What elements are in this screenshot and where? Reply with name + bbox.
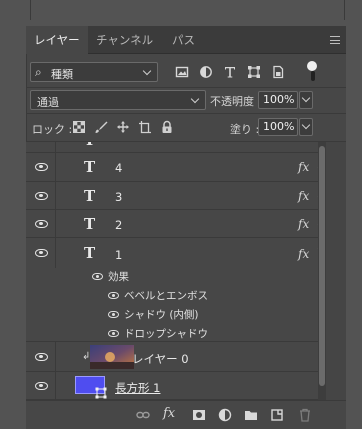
- layer-row[interactable]: T 3 fx ⌄: [26, 182, 324, 210]
- visibility-eye-icon[interactable]: [35, 382, 48, 390]
- blend-row: 通過 不透明度 : 100%: [26, 88, 346, 112]
- fx-icon[interactable]: fx: [298, 247, 309, 261]
- visibility-eye-icon[interactable]: [35, 353, 48, 361]
- search-icon: ⌕: [35, 65, 42, 79]
- layer-name: 2: [115, 218, 123, 232]
- opacity-input[interactable]: 100%: [258, 91, 298, 109]
- tab-channels[interactable]: チャンネル: [88, 26, 161, 54]
- adjustment-layer-filter-icon[interactable]: [199, 65, 213, 79]
- layer-name: 長方形 1: [115, 381, 161, 395]
- tab-paths[interactable]: パス: [164, 26, 203, 54]
- fx-icon[interactable]: fx: [298, 189, 309, 203]
- new-adjustment-layer-icon[interactable]: [218, 408, 232, 422]
- layer-thumbnail-image: [90, 345, 134, 369]
- lock-artboard-icon[interactable]: [138, 120, 152, 134]
- lock-transparent-pixels-icon[interactable]: [72, 120, 86, 134]
- add-mask-icon[interactable]: [192, 408, 206, 422]
- panel-menu-icon[interactable]: [330, 36, 340, 44]
- pixel-layer-filter-icon[interactable]: [175, 65, 189, 79]
- effects-header: 効果: [108, 271, 129, 283]
- filter-kind-label: 種類: [51, 68, 73, 81]
- chevron-down-icon: [301, 93, 311, 103]
- type-layer-icon: T: [84, 215, 96, 233]
- type-layer-filter-icon[interactable]: [223, 65, 237, 79]
- layer-row[interactable]: ↲ レイヤー 0: [26, 342, 324, 372]
- new-layer-icon[interactable]: [270, 408, 284, 422]
- visibility-eye-icon[interactable]: [35, 192, 48, 200]
- opacity-dropdown-button[interactable]: [299, 91, 313, 109]
- effect-item[interactable]: ドロップシャドウ: [124, 326, 208, 341]
- layer-row[interactable]: T 4 fx ⌄: [26, 153, 324, 182]
- blend-mode-select[interactable]: 通過: [30, 90, 206, 110]
- type-layer-icon: T: [84, 158, 96, 176]
- smart-object-filter-icon[interactable]: [271, 65, 285, 79]
- delete-layer-icon[interactable]: [298, 408, 312, 422]
- chevron-down-icon: [190, 94, 200, 104]
- effect-item[interactable]: シャドウ (内側): [124, 307, 199, 322]
- lock-label: ロック :: [32, 123, 73, 136]
- effect-visibility-eye-icon[interactable]: [108, 292, 119, 299]
- lock-all-icon[interactable]: [160, 120, 174, 134]
- add-layer-style-icon[interactable]: fx: [163, 406, 175, 421]
- chevron-down-icon: [301, 120, 311, 130]
- blend-mode-value: 通過: [37, 96, 59, 109]
- layer-name: 3: [115, 190, 123, 204]
- shape-layer-filter-icon[interactable]: [247, 65, 261, 79]
- effect-visibility-eye-icon[interactable]: [108, 330, 119, 337]
- effect-visibility-eye-icon[interactable]: [108, 311, 119, 318]
- fx-icon[interactable]: fx: [298, 217, 309, 231]
- panel-tabs: レイヤー チャンネル パス: [26, 26, 346, 54]
- layer-row-partial[interactable]: T: [26, 142, 324, 153]
- layer-row[interactable]: 長方形 1: [26, 372, 324, 400]
- chevron-down-icon: [142, 66, 152, 76]
- scrollbar-thumb[interactable]: [319, 146, 325, 386]
- effects-visibility-eye-icon[interactable]: [92, 273, 103, 280]
- link-layers-icon[interactable]: [136, 408, 150, 422]
- filter-kind-select[interactable]: ⌕ 種類: [30, 62, 158, 82]
- layer-name: 1: [115, 248, 123, 262]
- lock-row: ロック : 塗り : 100%: [26, 114, 346, 140]
- top-strip: [0, 0, 362, 28]
- fill-label: 塗り :: [230, 123, 260, 136]
- layer-row-expanded[interactable]: T 1 fx ⌃ 効果 ベベルとエンボス シャドウ (内側) ドロップシャドウ: [26, 238, 324, 342]
- tab-layers[interactable]: レイヤー: [26, 26, 88, 54]
- effect-item[interactable]: ベベルとエンボス: [124, 288, 208, 303]
- layer-name: 4: [115, 161, 123, 175]
- opacity-label: 不透明度 :: [210, 95, 262, 108]
- fx-icon[interactable]: fx: [298, 160, 309, 174]
- layer-row[interactable]: T 2 fx ⌄: [26, 210, 324, 238]
- new-group-folder-icon[interactable]: [244, 408, 258, 422]
- fill-dropdown-button[interactable]: [299, 118, 313, 136]
- filter-toggle-switch[interactable]: [307, 61, 317, 81]
- visibility-eye-icon[interactable]: [35, 249, 48, 257]
- shape-vector-icon: [95, 387, 107, 399]
- layers-scrollbar[interactable]: [318, 142, 326, 400]
- layers-bottom-toolbar: fx: [26, 400, 346, 429]
- visibility-eye-icon[interactable]: [35, 220, 48, 228]
- layers-list: T T 4 fx ⌄ T 3 fx ⌄ T 2 fx ⌄ T 1 fx ⌃ 効果…: [26, 142, 346, 400]
- type-layer-icon: T: [84, 244, 96, 262]
- filter-row: ⌕ 種類: [26, 58, 346, 86]
- lock-position-icon[interactable]: [116, 120, 130, 134]
- layer-name: レイヤー 0: [132, 352, 189, 366]
- type-layer-icon: T: [84, 187, 96, 205]
- fill-input[interactable]: 100%: [258, 118, 298, 136]
- lock-image-pixels-icon[interactable]: [94, 120, 108, 134]
- visibility-eye-icon[interactable]: [35, 163, 48, 171]
